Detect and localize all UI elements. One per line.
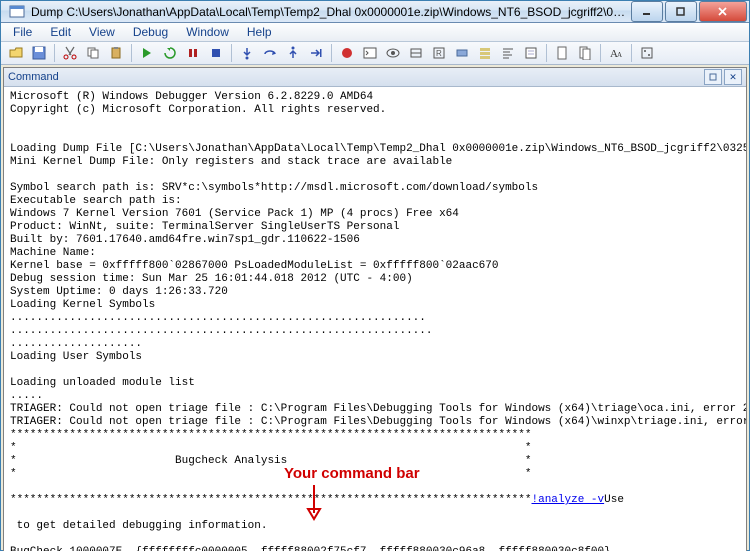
tool-go-icon[interactable] [136, 42, 158, 64]
command-titlebar[interactable]: Command ✕ [4, 68, 746, 87]
tool-font-icon[interactable]: AA [605, 42, 627, 64]
menu-help[interactable]: Help [239, 23, 280, 41]
tool-save-icon[interactable] [28, 42, 50, 64]
tool-runto-icon[interactable] [305, 42, 327, 64]
tool-source2-icon[interactable] [574, 42, 596, 64]
menu-view[interactable]: View [81, 23, 123, 41]
tool-stepout-icon[interactable] [282, 42, 304, 64]
tool-paste-icon[interactable] [105, 42, 127, 64]
tool-stepover-icon[interactable] [259, 42, 281, 64]
tool-copy-icon[interactable] [82, 42, 104, 64]
command-output[interactable]: Microsoft (R) Windows Debugger Version 6… [4, 87, 746, 551]
tool-command-icon[interactable] [359, 42, 381, 64]
toolbar-separator [600, 44, 601, 62]
tool-locals-icon[interactable] [405, 42, 427, 64]
analyze-link[interactable]: !analyze -v [532, 494, 605, 506]
tool-cut-icon[interactable] [59, 42, 81, 64]
menu-file[interactable]: File [5, 23, 40, 41]
main-window: Dump C:\Users\Jonathan\AppData\Local\Tem… [0, 0, 750, 551]
titlebar[interactable]: Dump C:\Users\Jonathan\AppData\Local\Tem… [1, 1, 749, 23]
toolbar: R AA [1, 42, 749, 65]
close-button[interactable] [699, 1, 747, 22]
toolbar-separator [631, 44, 632, 62]
tool-source-icon[interactable] [551, 42, 573, 64]
svg-text:A: A [617, 51, 622, 59]
tool-memory-icon[interactable] [451, 42, 473, 64]
menu-edit[interactable]: Edit [42, 23, 79, 41]
command-close-button[interactable]: ✕ [724, 69, 742, 85]
tool-stepinto-icon[interactable] [236, 42, 258, 64]
tool-restart-icon[interactable] [159, 42, 181, 64]
toolbar-separator [131, 44, 132, 62]
toolbar-separator [54, 44, 55, 62]
command-window: Command ✕ Microsoft (R) Windows Debugger… [3, 67, 747, 551]
tool-stop-icon[interactable] [205, 42, 227, 64]
tool-open-icon[interactable] [5, 42, 27, 64]
minimize-button[interactable] [631, 1, 663, 22]
tool-disasm-icon[interactable] [497, 42, 519, 64]
tool-registers-icon[interactable]: R [428, 42, 450, 64]
tool-callstack-icon[interactable] [474, 42, 496, 64]
toolbar-separator [331, 44, 332, 62]
window-title: Dump C:\Users\Jonathan\AppData\Local\Tem… [31, 5, 629, 19]
tool-bp-icon[interactable] [336, 42, 358, 64]
menu-window[interactable]: Window [178, 23, 237, 41]
svg-text:R: R [436, 49, 442, 58]
app-icon [9, 4, 25, 20]
tool-options-icon[interactable] [636, 42, 658, 64]
tool-watch-icon[interactable] [382, 42, 404, 64]
tool-scratch-icon[interactable] [520, 42, 542, 64]
command-title-label: Command [8, 71, 59, 83]
tool-break-icon[interactable] [182, 42, 204, 64]
toolbar-separator [231, 44, 232, 62]
toolbar-separator [546, 44, 547, 62]
annotation-label: Your command bar [284, 467, 420, 480]
menubar: File Edit View Debug Window Help [1, 23, 749, 42]
maximize-button[interactable] [665, 1, 697, 22]
annotation-arrow-icon [304, 485, 324, 521]
menu-debug[interactable]: Debug [125, 23, 176, 41]
command-dock-button[interactable] [704, 69, 722, 85]
